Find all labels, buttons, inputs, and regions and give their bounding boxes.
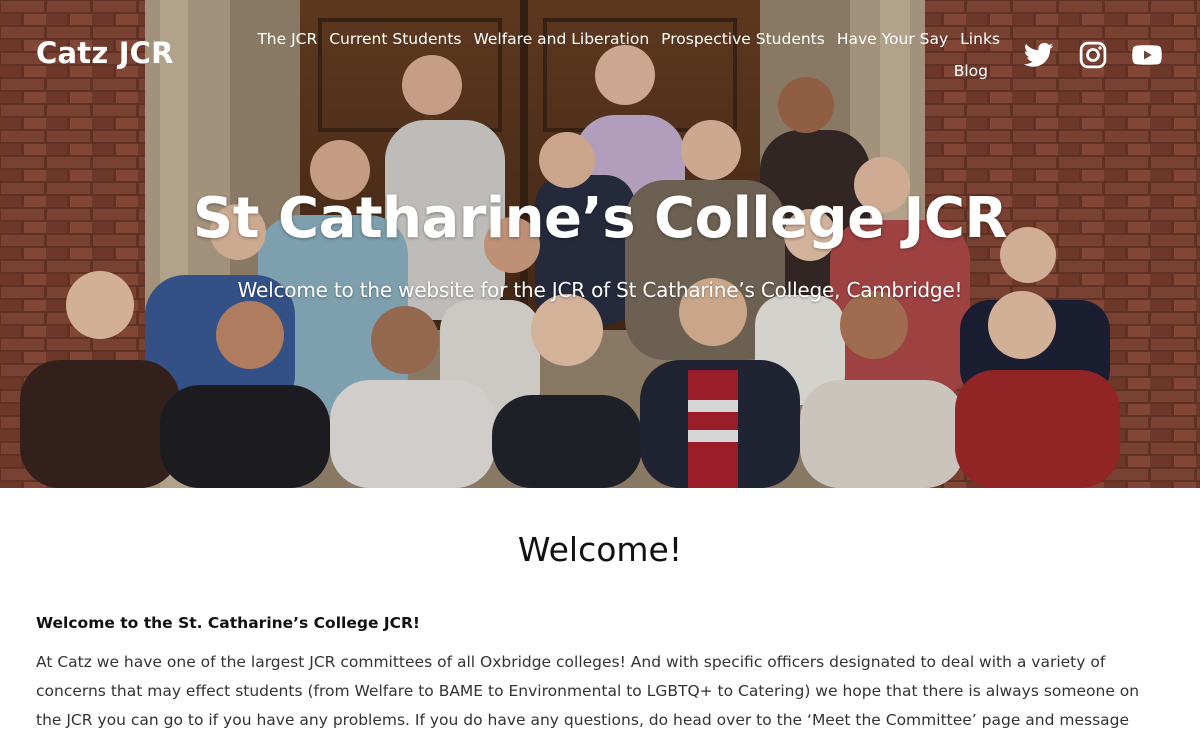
nav-item-have-your-say[interactable]: Have Your Say [831,28,954,50]
hero-title: St Catharine’s College JCR [192,185,1008,251]
hero-banner: Catz JCR The JCR Current Students Welfar… [0,0,1200,488]
hero-subtitle: Welcome to the website for the JCR of St… [237,278,963,302]
intro-paragraph: At Catz we have one of the largest JCR c… [36,653,1140,729]
nav-item-current-students[interactable]: Current Students [323,28,467,50]
site-title-link[interactable]: Catz JCR [36,36,174,70]
nav-item-blog[interactable]: Blog [948,60,994,82]
nav-item-links[interactable]: Links [954,28,1006,50]
nav-item-prospective-students[interactable]: Prospective Students [655,28,831,50]
youtube-link[interactable] [1132,40,1162,70]
instagram-link[interactable] [1078,40,1108,70]
youtube-icon [1132,45,1162,65]
nav-item-the-jcr[interactable]: The JCR [251,28,323,50]
lead-text: Welcome to the St. Catharine’s College J… [36,614,420,632]
main-nav: The JCR Current Students Welfare and Lib… [202,28,1006,82]
social-links [1024,40,1162,70]
instagram-icon [1079,41,1107,69]
main-content: Welcome! Welcome to the St. Catharine’s … [0,528,1200,735]
welcome-heading: Welcome! [517,530,683,569]
nav-item-welfare-and-liberation[interactable]: Welfare and Liberation [467,28,655,50]
twitter-link[interactable] [1024,40,1054,70]
twitter-icon [1024,42,1054,67]
